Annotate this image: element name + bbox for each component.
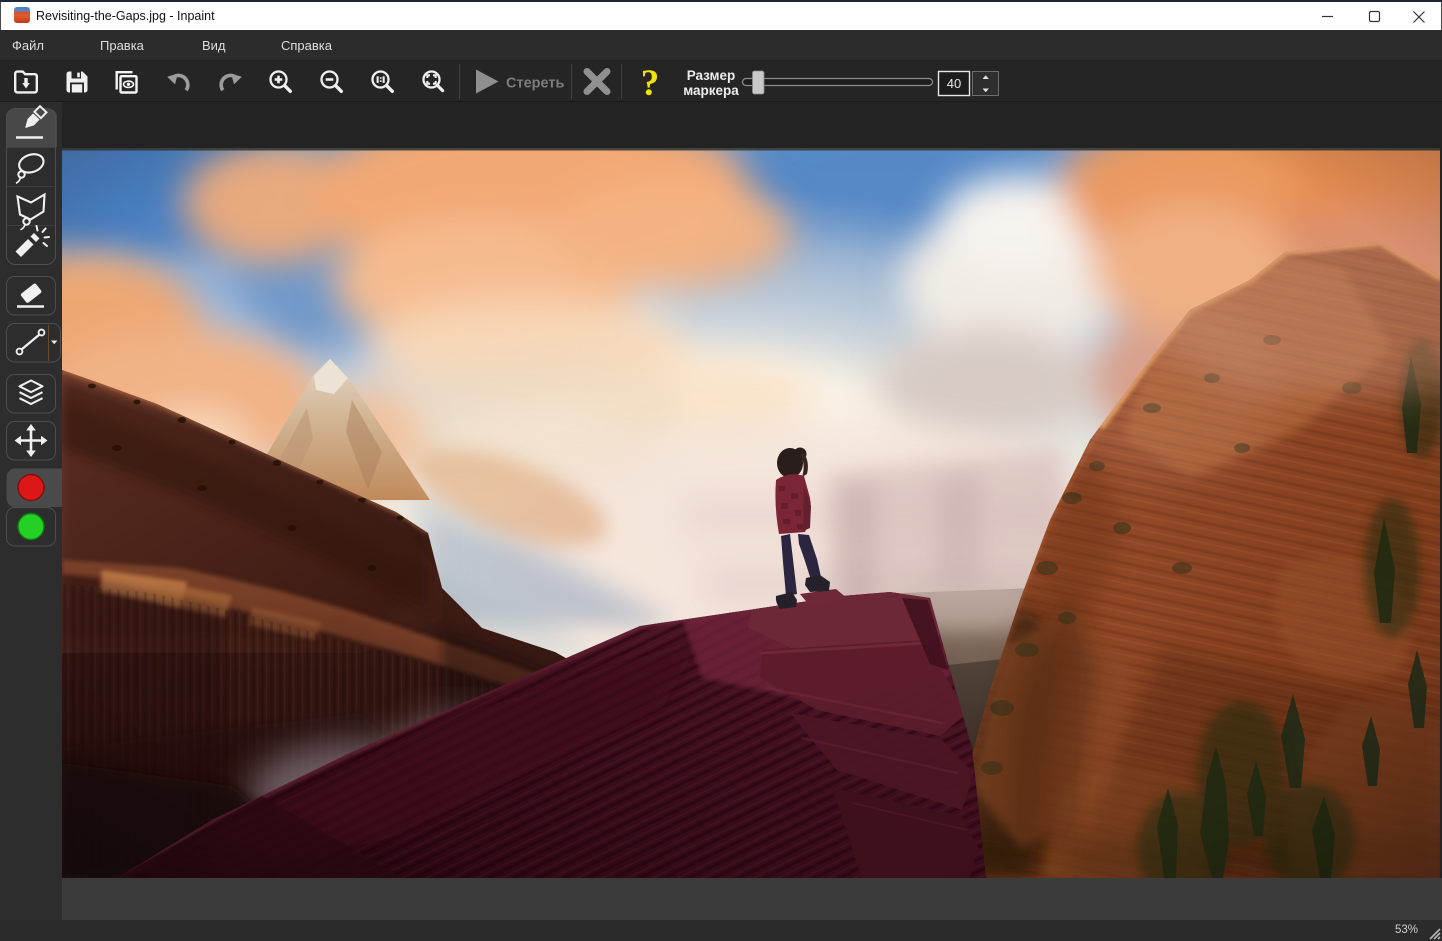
svg-text:Стереть: Стереть [506,76,564,92]
svg-text:маркера: маркера [683,83,739,98]
svg-text:?: ? [641,63,660,102]
svg-text:Размер: Размер [687,68,736,83]
svg-text:40: 40 [947,76,961,91]
